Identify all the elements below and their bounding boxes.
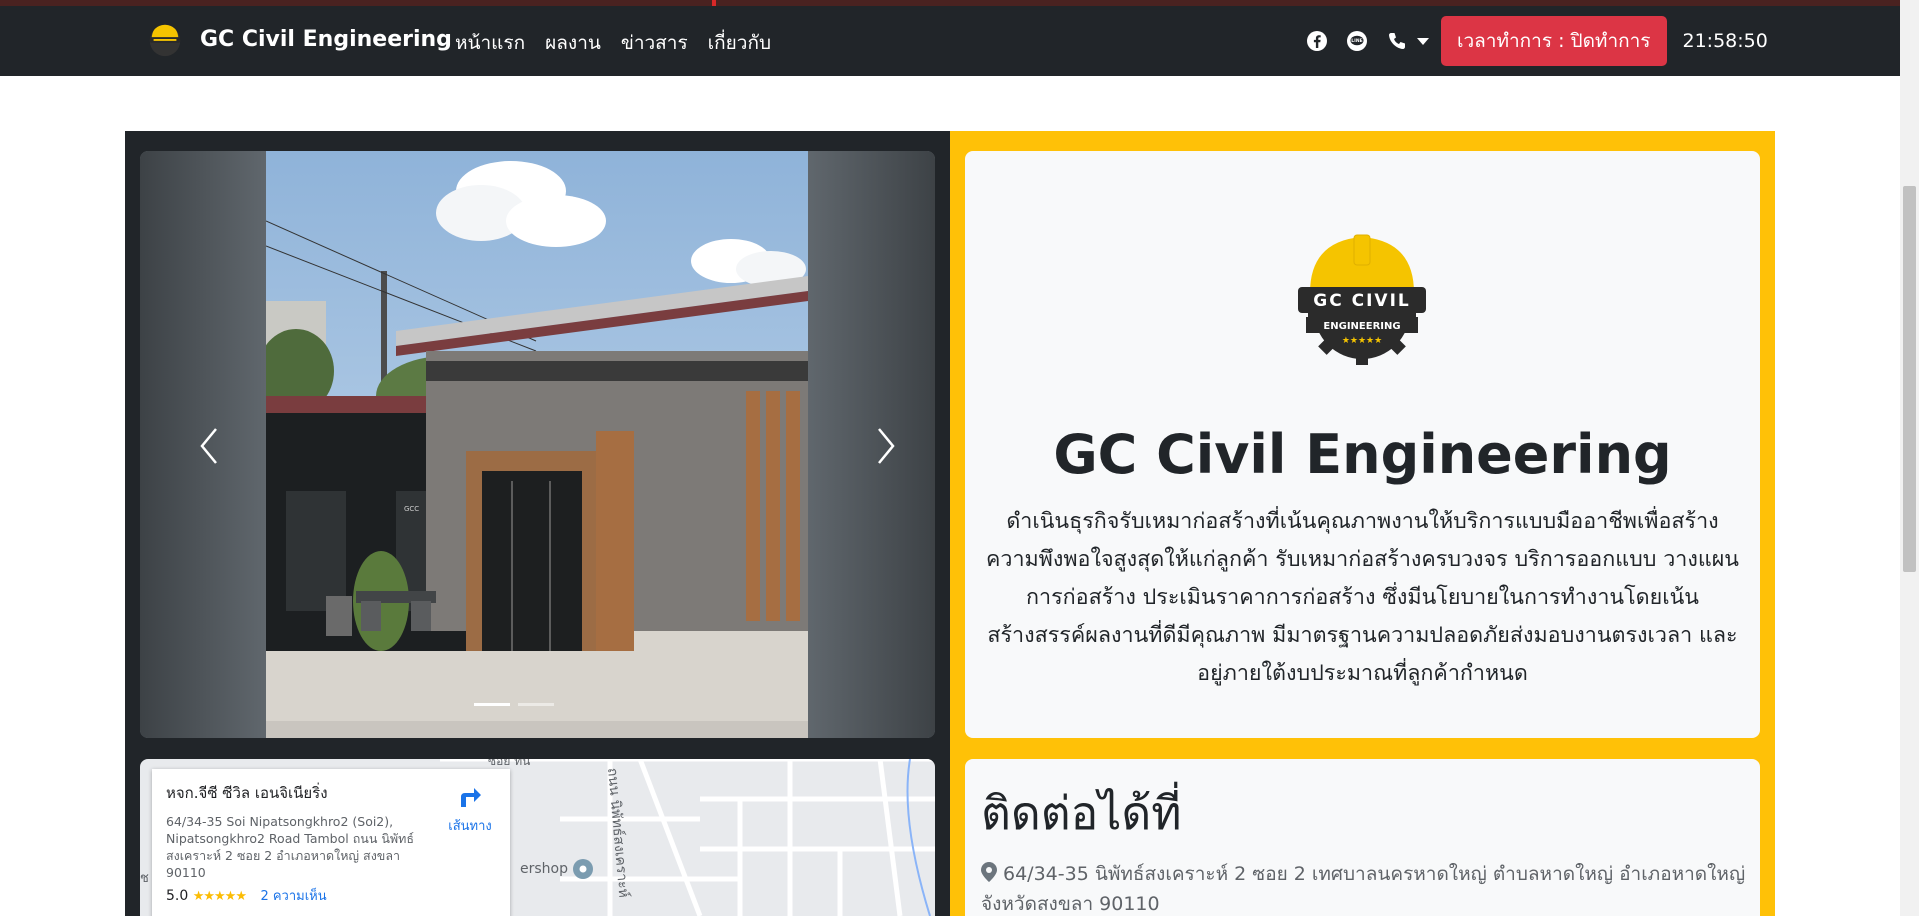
company-description: ดำเนินธุรกิจรับเหมาก่อสร้างที่เน้นคุณภาพ… xyxy=(985,509,1739,686)
location-pin-icon xyxy=(981,862,997,882)
nav-link-portfolio[interactable]: ผลงาน xyxy=(545,28,601,58)
carousel-prev-icon[interactable] xyxy=(190,421,230,471)
google-map[interactable]: ถนน นิพัทธ์สงเคราะห์ ซอย ทิน ershop ช หจ… xyxy=(140,759,935,916)
page-scrollbar[interactable] xyxy=(1900,0,1919,916)
carousel-indicator-2[interactable] xyxy=(518,703,554,706)
logo-text-bottom: ENGINEERING xyxy=(1323,321,1400,332)
nav-right: LINE เวลาทำการ : ปิดทำการ 21:58:50 xyxy=(1305,16,1768,66)
carousel-indicator-1[interactable] xyxy=(474,703,510,706)
phone-icon[interactable] xyxy=(1385,29,1409,53)
map-rating-row: 5.0 ★★★★★ 2 ความเห็น xyxy=(166,885,496,906)
contact-title: ติดต่อได้ที่ xyxy=(981,786,1182,840)
carousel-next-icon[interactable] xyxy=(865,421,905,471)
map-directions-label: เส้นทาง xyxy=(448,819,492,834)
nav-link-news[interactable]: ข่าวสาร xyxy=(621,28,688,58)
map-place-card: หจก.จีซี ซีวิล เอนจิเนียริ่ง 64/34-35 So… xyxy=(152,769,510,916)
facebook-icon[interactable] xyxy=(1305,29,1329,53)
carousel: GCC xyxy=(140,151,935,738)
scrollbar-thumb[interactable] xyxy=(1903,186,1916,572)
svg-text:LINE: LINE xyxy=(1351,38,1362,44)
business-hours-button[interactable]: เวลาทำการ : ปิดทำการ xyxy=(1441,16,1667,66)
company-title: GC Civil Engineering xyxy=(1053,423,1672,486)
logo-text-top: GC CIVIL xyxy=(1313,291,1410,311)
nav-link-home[interactable]: หน้าแรก xyxy=(455,28,525,58)
map-place-address: 64/34-35 Soi Nipatsongkhro2 (Soi2), Nipa… xyxy=(166,814,414,880)
map-directions[interactable]: เส้นทาง xyxy=(442,783,498,836)
brand[interactable]: GC Civil Engineering xyxy=(146,20,452,58)
map-side-label: ช xyxy=(140,871,149,886)
map-reviews-link[interactable]: 2 ความเห็น xyxy=(260,889,326,904)
carousel-indicators xyxy=(474,703,554,706)
map-poi-label: ershop xyxy=(520,861,568,877)
carousel-photo: GCC xyxy=(266,151,808,738)
contact-address-row: 64/34-35 นิพัทธ์สงเคราะห์ 2 ซอย 2 เทศบาล… xyxy=(981,859,1751,919)
photo-sign: GCC xyxy=(404,505,419,513)
clock: 21:58:50 xyxy=(1682,30,1768,52)
gc-civil-logo: GC CIVIL ENGINEERING ★★★★★ xyxy=(1298,234,1426,365)
navbar: GC Civil Engineering หน้าแรก ผลงาน ข่าวส… xyxy=(0,6,1900,76)
phone-dropdown-caret-icon[interactable] xyxy=(1417,37,1429,45)
line-icon[interactable]: LINE xyxy=(1345,29,1369,53)
brand-name: GC Civil Engineering xyxy=(200,26,452,52)
map-rating-value: 5.0 xyxy=(166,888,189,904)
about-card: GC CIVIL ENGINEERING ★★★★★ GC Civil Engi… xyxy=(965,151,1760,738)
contact-address: 64/34-35 นิพัทธ์สงเคราะห์ 2 ซอย 2 เทศบาล… xyxy=(981,863,1746,915)
map-stars: ★★★★★ xyxy=(192,889,247,904)
directions-icon xyxy=(461,788,481,807)
nav-links: หน้าแรก ผลงาน ข่าวสาร เกี่ยวกับ xyxy=(455,28,771,58)
contact-card: ติดต่อได้ที่ 64/34-35 นิพัทธ์สงเคราะห์ 2… xyxy=(965,759,1760,916)
svg-text:★★★★★: ★★★★★ xyxy=(1342,336,1382,346)
brand-logo-icon xyxy=(149,24,181,57)
nav-link-about[interactable]: เกี่ยวกับ xyxy=(708,28,771,58)
